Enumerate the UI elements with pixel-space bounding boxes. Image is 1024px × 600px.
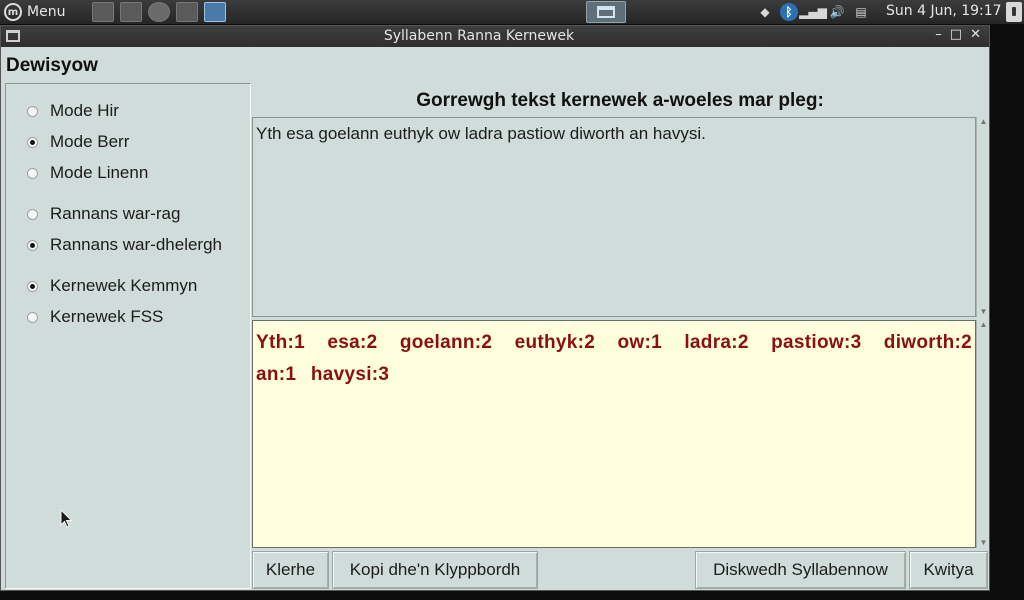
dropbox-icon[interactable]: ◆	[756, 3, 774, 21]
output-scrollbar[interactable]: ▲ ▼	[976, 320, 989, 548]
radio-kernewek-fss[interactable]: Kernewek FSS	[27, 307, 163, 327]
radio-label: Mode Linenn	[50, 163, 149, 182]
radio-button[interactable]	[27, 208, 38, 220]
volume-icon[interactable]: 🔊	[828, 3, 846, 21]
scroll-up-icon[interactable]: ▲	[978, 117, 989, 127]
launcher-bar	[92, 2, 226, 22]
terminal-launcher-icon[interactable]	[92, 2, 114, 22]
radio-mode-linenn[interactable]: Mode Linenn	[27, 163, 148, 183]
radio-button[interactable]	[27, 311, 38, 323]
quit-button[interactable]: Kwitya	[909, 551, 988, 589]
window-title: Syllabenn Ranna Kernewek	[383, 28, 575, 44]
input-scrollbar[interactable]: ▲ ▼	[976, 117, 989, 317]
menu-button[interactable]: m Menu	[4, 2, 65, 22]
clear-button[interactable]: Klerhe	[252, 551, 329, 589]
power-icon[interactable]	[1006, 2, 1022, 22]
system-tray: ◆ ᛒ ▂▄▆ 🔊 ▤	[756, 2, 870, 22]
radio-kernewek-kemmyn[interactable]: Kernewek Kemmyn	[27, 276, 197, 296]
copy-to-clipboard-button[interactable]: Kopi dhe'n Klyppbordh	[332, 551, 538, 589]
radio-rannans-war-dhelergh[interactable]: Rannans war-dhelergh	[27, 235, 222, 255]
mouse-pointer-icon	[60, 509, 73, 528]
system-monitor-launcher-icon[interactable]	[120, 2, 142, 22]
input-prompt: Gorrewgh tekst kernewek a-woeles mar ple…	[416, 90, 824, 111]
options-panel	[5, 83, 251, 589]
browser-launcher-icon[interactable]	[148, 2, 170, 22]
radio-button[interactable]	[27, 280, 38, 292]
syllable-output-area[interactable]: Yth:1 esa:2 goelann:2 euthyk:2 ow:1 ladr…	[252, 320, 976, 548]
radio-rannans-war-rag[interactable]: Rannans war-rag	[27, 204, 180, 224]
radio-mode-berr[interactable]: Mode Berr	[27, 132, 129, 152]
show-syllables-button[interactable]: Diskwedh Syllabennow	[695, 551, 906, 589]
input-text-area[interactable]: Yth esa goelann euthyk ow ladra pastiow …	[252, 117, 976, 317]
options-title: Dewisyow	[6, 55, 98, 76]
mint-logo-icon: m	[4, 3, 22, 21]
close-icon[interactable]: ✕	[970, 27, 981, 42]
app-window: Syllabenn Ranna Kernewek – □ ✕ Dewisyow …	[0, 25, 990, 591]
radio-button[interactable]	[27, 167, 38, 179]
radio-mode-hir[interactable]: Mode Hir	[27, 101, 119, 121]
maximize-icon[interactable]: □	[950, 27, 962, 42]
files-launcher-icon[interactable]	[176, 2, 198, 22]
taskbar-window-button[interactable]	[586, 1, 626, 23]
top-panel: m Menu ◆ ᛒ ▂▄▆ 🔊 ▤ Sun 4 Jun, 19:17	[0, 0, 1024, 24]
radio-label: Kernewek FSS	[50, 307, 164, 326]
scroll-down-icon[interactable]: ▼	[978, 307, 989, 317]
radio-label: Rannans war-dhelergh	[50, 235, 222, 254]
scroll-up-icon[interactable]: ▲	[978, 320, 989, 330]
radio-button[interactable]	[27, 105, 38, 117]
radio-label: Mode Hir	[50, 101, 119, 120]
radio-button[interactable]	[27, 136, 38, 148]
bluetooth-icon[interactable]: ᛒ	[780, 3, 798, 21]
radio-label: Rannans war-rag	[50, 204, 181, 223]
network-signal-icon[interactable]: ▂▄▆	[799, 3, 827, 21]
radio-button[interactable]	[27, 239, 38, 251]
menu-label: Menu	[27, 4, 66, 20]
radio-label: Kernewek Kemmyn	[50, 276, 198, 295]
scroll-down-icon[interactable]: ▼	[978, 538, 989, 548]
show-desktop-icon[interactable]	[204, 2, 226, 22]
minimize-icon[interactable]: –	[935, 27, 942, 42]
window-controls: – □ ✕	[935, 27, 981, 42]
clipboard-icon[interactable]: ▤	[852, 3, 870, 21]
radio-label: Mode Berr	[50, 132, 130, 151]
titlebar[interactable]: Syllabenn Ranna Kernewek – □ ✕	[1, 26, 989, 47]
clock[interactable]: Sun 4 Jun, 19:17	[886, 3, 1002, 19]
window-icon	[597, 6, 615, 18]
